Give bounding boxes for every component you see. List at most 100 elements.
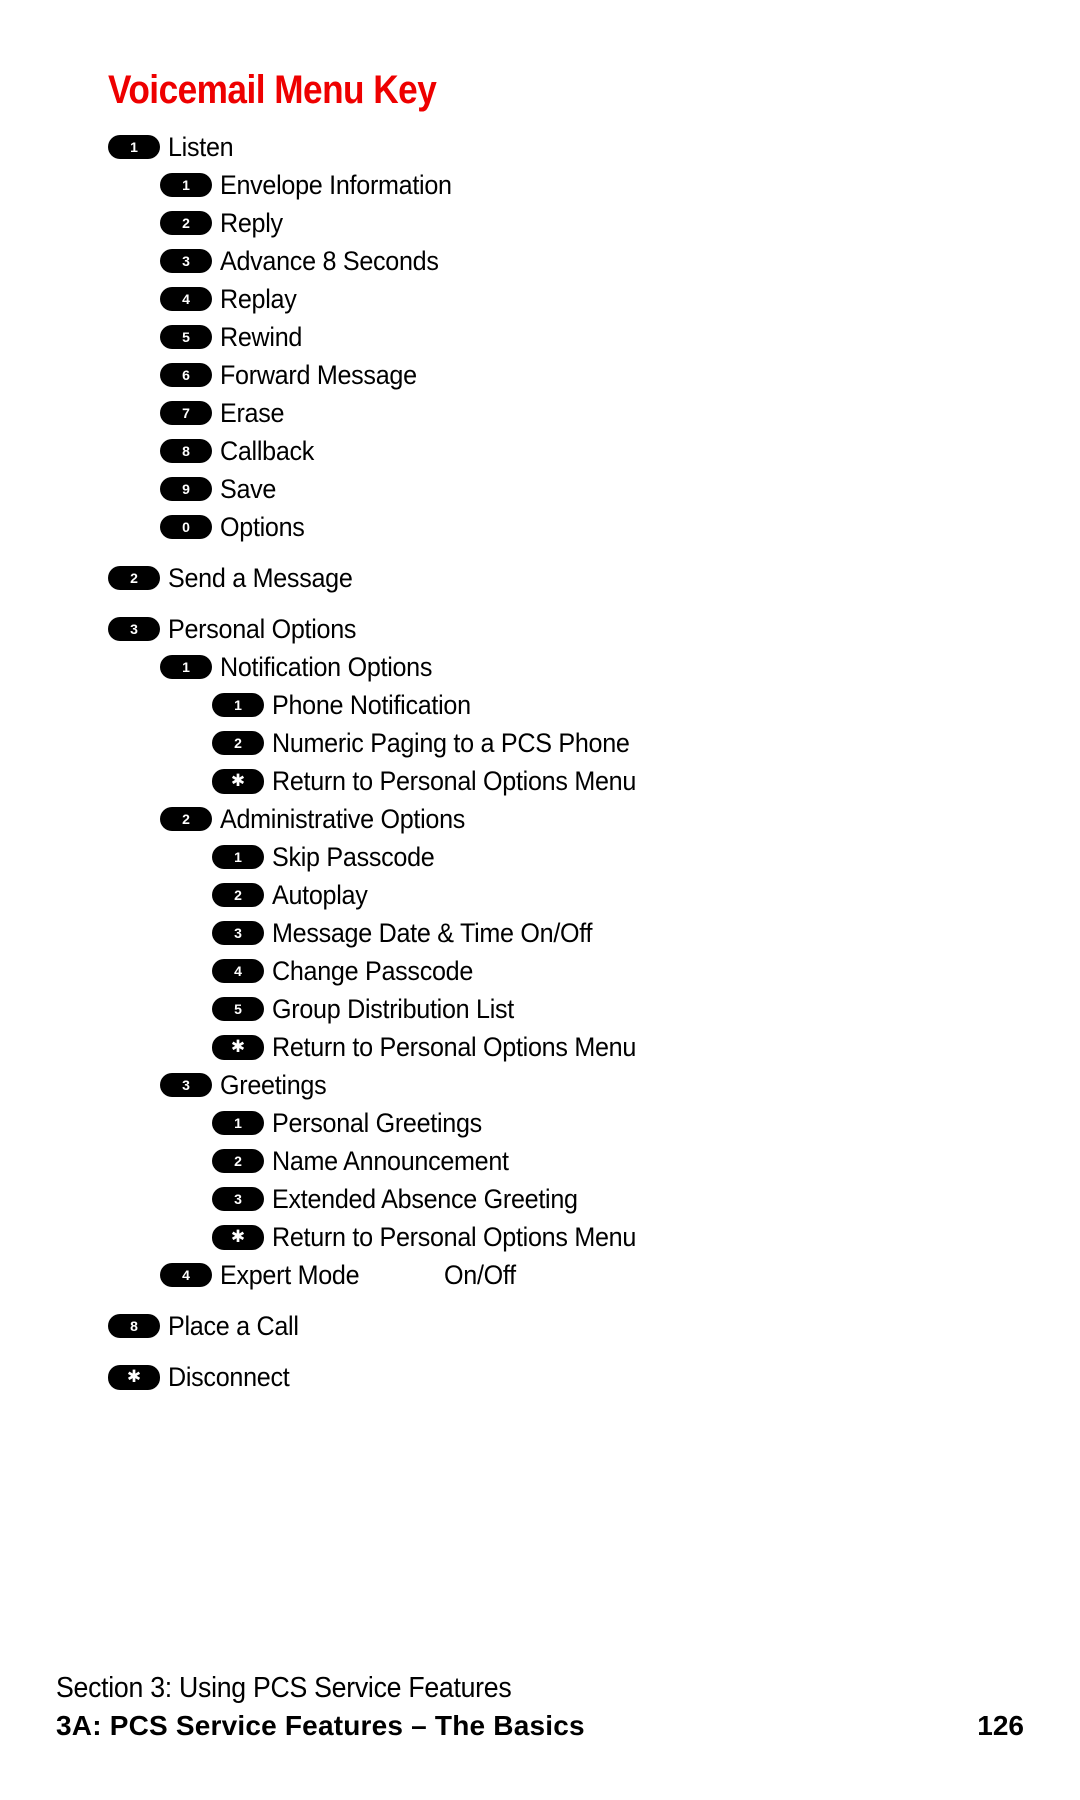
- number-key-icon: 2: [160, 807, 212, 831]
- menu-row[interactable]: ✱ Return to Personal Options Menu: [0, 1028, 1080, 1066]
- number-key-icon: 4: [160, 1263, 212, 1287]
- menu-row[interactable]: 6 Forward Message: [0, 356, 1080, 394]
- number-key-icon: 3: [212, 921, 264, 945]
- menu-row[interactable]: 3 Advance 8 Seconds: [0, 242, 1080, 280]
- menu-row[interactable]: 4 Expert Mode On/Off: [0, 1256, 1080, 1294]
- number-key-icon: 1: [160, 655, 212, 679]
- menu-row[interactable]: 5 Rewind: [0, 318, 1080, 356]
- menu-row-label: Extended Absence Greeting: [272, 1183, 578, 1214]
- footer-section-label: Section 3: Using PCS Service Features: [56, 1671, 512, 1704]
- page-number: 126: [977, 1710, 1024, 1741]
- number-key-icon: 3: [108, 617, 160, 641]
- number-key-icon: 8: [108, 1314, 160, 1338]
- menu-row-label: Group Distribution List: [272, 993, 515, 1024]
- menu-row[interactable]: 3 Extended Absence Greeting: [0, 1180, 1080, 1218]
- menu-row-label: Erase: [220, 397, 285, 428]
- page-canvas: Voicemail Menu Key 1 Listen 1 Envelope Info…: [0, 0, 1080, 1800]
- menu-row-label: Administrative Options: [220, 803, 466, 834]
- menu-row[interactable]: 1 Notification Options: [0, 648, 1080, 686]
- number-key-icon: 9: [160, 477, 212, 501]
- menu-row-label: Options: [220, 511, 305, 542]
- menu-row[interactable]: 3 Greetings: [0, 1066, 1080, 1104]
- menu-row-label: Personal Options: [168, 613, 357, 644]
- menu-row-label: Name Announcement: [272, 1145, 509, 1176]
- menu-row[interactable]: 2 Numeric Paging to a PCS Phone: [0, 724, 1080, 762]
- number-key-icon: 1: [212, 1111, 264, 1135]
- menu-row-label: Forward Message: [220, 359, 417, 390]
- menu-row[interactable]: ✱ Disconnect: [0, 1358, 1080, 1396]
- menu-row-extra-value: On/Off: [443, 1259, 516, 1290]
- menu-row-label: Disconnect: [168, 1361, 290, 1392]
- number-key-icon: 2: [212, 1149, 264, 1173]
- menu-row-label: Skip Passcode: [272, 841, 435, 872]
- menu-row-label: Autoplay: [272, 879, 368, 910]
- menu-row-label: Expert Mode: [220, 1259, 360, 1290]
- number-key-icon: 1: [108, 135, 160, 159]
- star-key-icon: ✱: [212, 1224, 264, 1250]
- menu-row[interactable]: 2 Name Announcement: [0, 1142, 1080, 1180]
- menu-row-label: Place a Call: [168, 1310, 299, 1341]
- number-key-icon: 3: [160, 249, 212, 273]
- menu-row[interactable]: ✱ Return to Personal Options Menu: [0, 762, 1080, 800]
- number-key-icon: 1: [212, 845, 264, 869]
- number-key-icon: 2: [108, 566, 160, 590]
- menu-row-label: Save: [220, 473, 277, 504]
- menu-row[interactable]: 1 Listen: [0, 128, 1080, 166]
- number-key-icon: 4: [160, 287, 212, 311]
- number-key-icon: 1: [160, 173, 212, 197]
- number-key-icon: 7: [160, 401, 212, 425]
- number-key-icon: 4: [212, 959, 264, 983]
- menu-row[interactable]: 4 Replay: [0, 280, 1080, 318]
- menu-row-label: Change Passcode: [272, 955, 474, 986]
- number-key-icon: 3: [160, 1073, 212, 1097]
- menu-row[interactable]: 3 Personal Options: [0, 610, 1080, 648]
- menu-row-label: Replay: [220, 283, 297, 314]
- menu-row[interactable]: 7 Erase: [0, 394, 1080, 432]
- menu-row[interactable]: 2 Reply: [0, 204, 1080, 242]
- menu-row-label: Personal Greetings: [272, 1107, 482, 1138]
- menu-row[interactable]: 2 Administrative Options: [0, 800, 1080, 838]
- menu-row-label: Return to Personal Options Menu: [272, 1221, 637, 1252]
- voicemail-menu-tree: 1 Listen 1 Envelope Information 2 Reply 3 Advan…: [0, 128, 1080, 1396]
- number-key-icon: 0: [160, 515, 212, 539]
- star-key-icon: ✱: [212, 768, 264, 794]
- menu-row-label: Rewind: [220, 321, 303, 352]
- menu-row-label: Callback: [220, 435, 315, 466]
- number-key-icon: 8: [160, 439, 212, 463]
- number-key-icon: 2: [212, 731, 264, 755]
- menu-row-label: Listen: [168, 131, 234, 162]
- number-key-icon: 1: [212, 693, 264, 717]
- menu-row-label: Reply: [220, 207, 283, 238]
- menu-row[interactable]: 4 Change Passcode: [0, 952, 1080, 990]
- menu-row[interactable]: 2 Send a Message: [0, 559, 1080, 597]
- page-footer: Section 3: Using PCS Service Features 3A…: [56, 1670, 1024, 1742]
- menu-row[interactable]: 1 Envelope Information: [0, 166, 1080, 204]
- number-key-icon: 5: [160, 325, 212, 349]
- menu-row[interactable]: 1 Skip Passcode: [0, 838, 1080, 876]
- menu-row-label: Notification Options: [220, 651, 433, 682]
- menu-row-label: Greetings: [220, 1069, 327, 1100]
- menu-row[interactable]: 2 Autoplay: [0, 876, 1080, 914]
- number-key-icon: 6: [160, 363, 212, 387]
- number-key-icon: 2: [212, 883, 264, 907]
- star-key-icon: ✱: [108, 1364, 160, 1390]
- page-title: Voicemail Menu Key: [108, 68, 437, 112]
- number-key-icon: 2: [160, 211, 212, 235]
- menu-row-label: Message Date & Time On/Off: [272, 917, 593, 948]
- menu-row[interactable]: 9 Save: [0, 470, 1080, 508]
- menu-row-label: Return to Personal Options Menu: [272, 1031, 637, 1062]
- menu-row[interactable]: 1 Personal Greetings: [0, 1104, 1080, 1142]
- menu-row[interactable]: 1 Phone Notification: [0, 686, 1080, 724]
- star-key-icon: ✱: [212, 1034, 264, 1060]
- footer-chapter-label: 3A: PCS Service Features – The Basics: [56, 1710, 585, 1741]
- menu-row-label: Send a Message: [168, 562, 353, 593]
- number-key-icon: 5: [212, 997, 264, 1021]
- menu-row[interactable]: 5 Group Distribution List: [0, 990, 1080, 1028]
- menu-row[interactable]: 8 Place a Call: [0, 1307, 1080, 1345]
- menu-row[interactable]: ✱ Return to Personal Options Menu: [0, 1218, 1080, 1256]
- menu-row-label: Return to Personal Options Menu: [272, 765, 637, 796]
- menu-row[interactable]: 8 Callback: [0, 432, 1080, 470]
- menu-row[interactable]: 3 Message Date & Time On/Off: [0, 914, 1080, 952]
- menu-row[interactable]: 0 Options: [0, 508, 1080, 546]
- footer-bar: 3A: PCS Service Features – The Basics 12…: [56, 1710, 1024, 1742]
